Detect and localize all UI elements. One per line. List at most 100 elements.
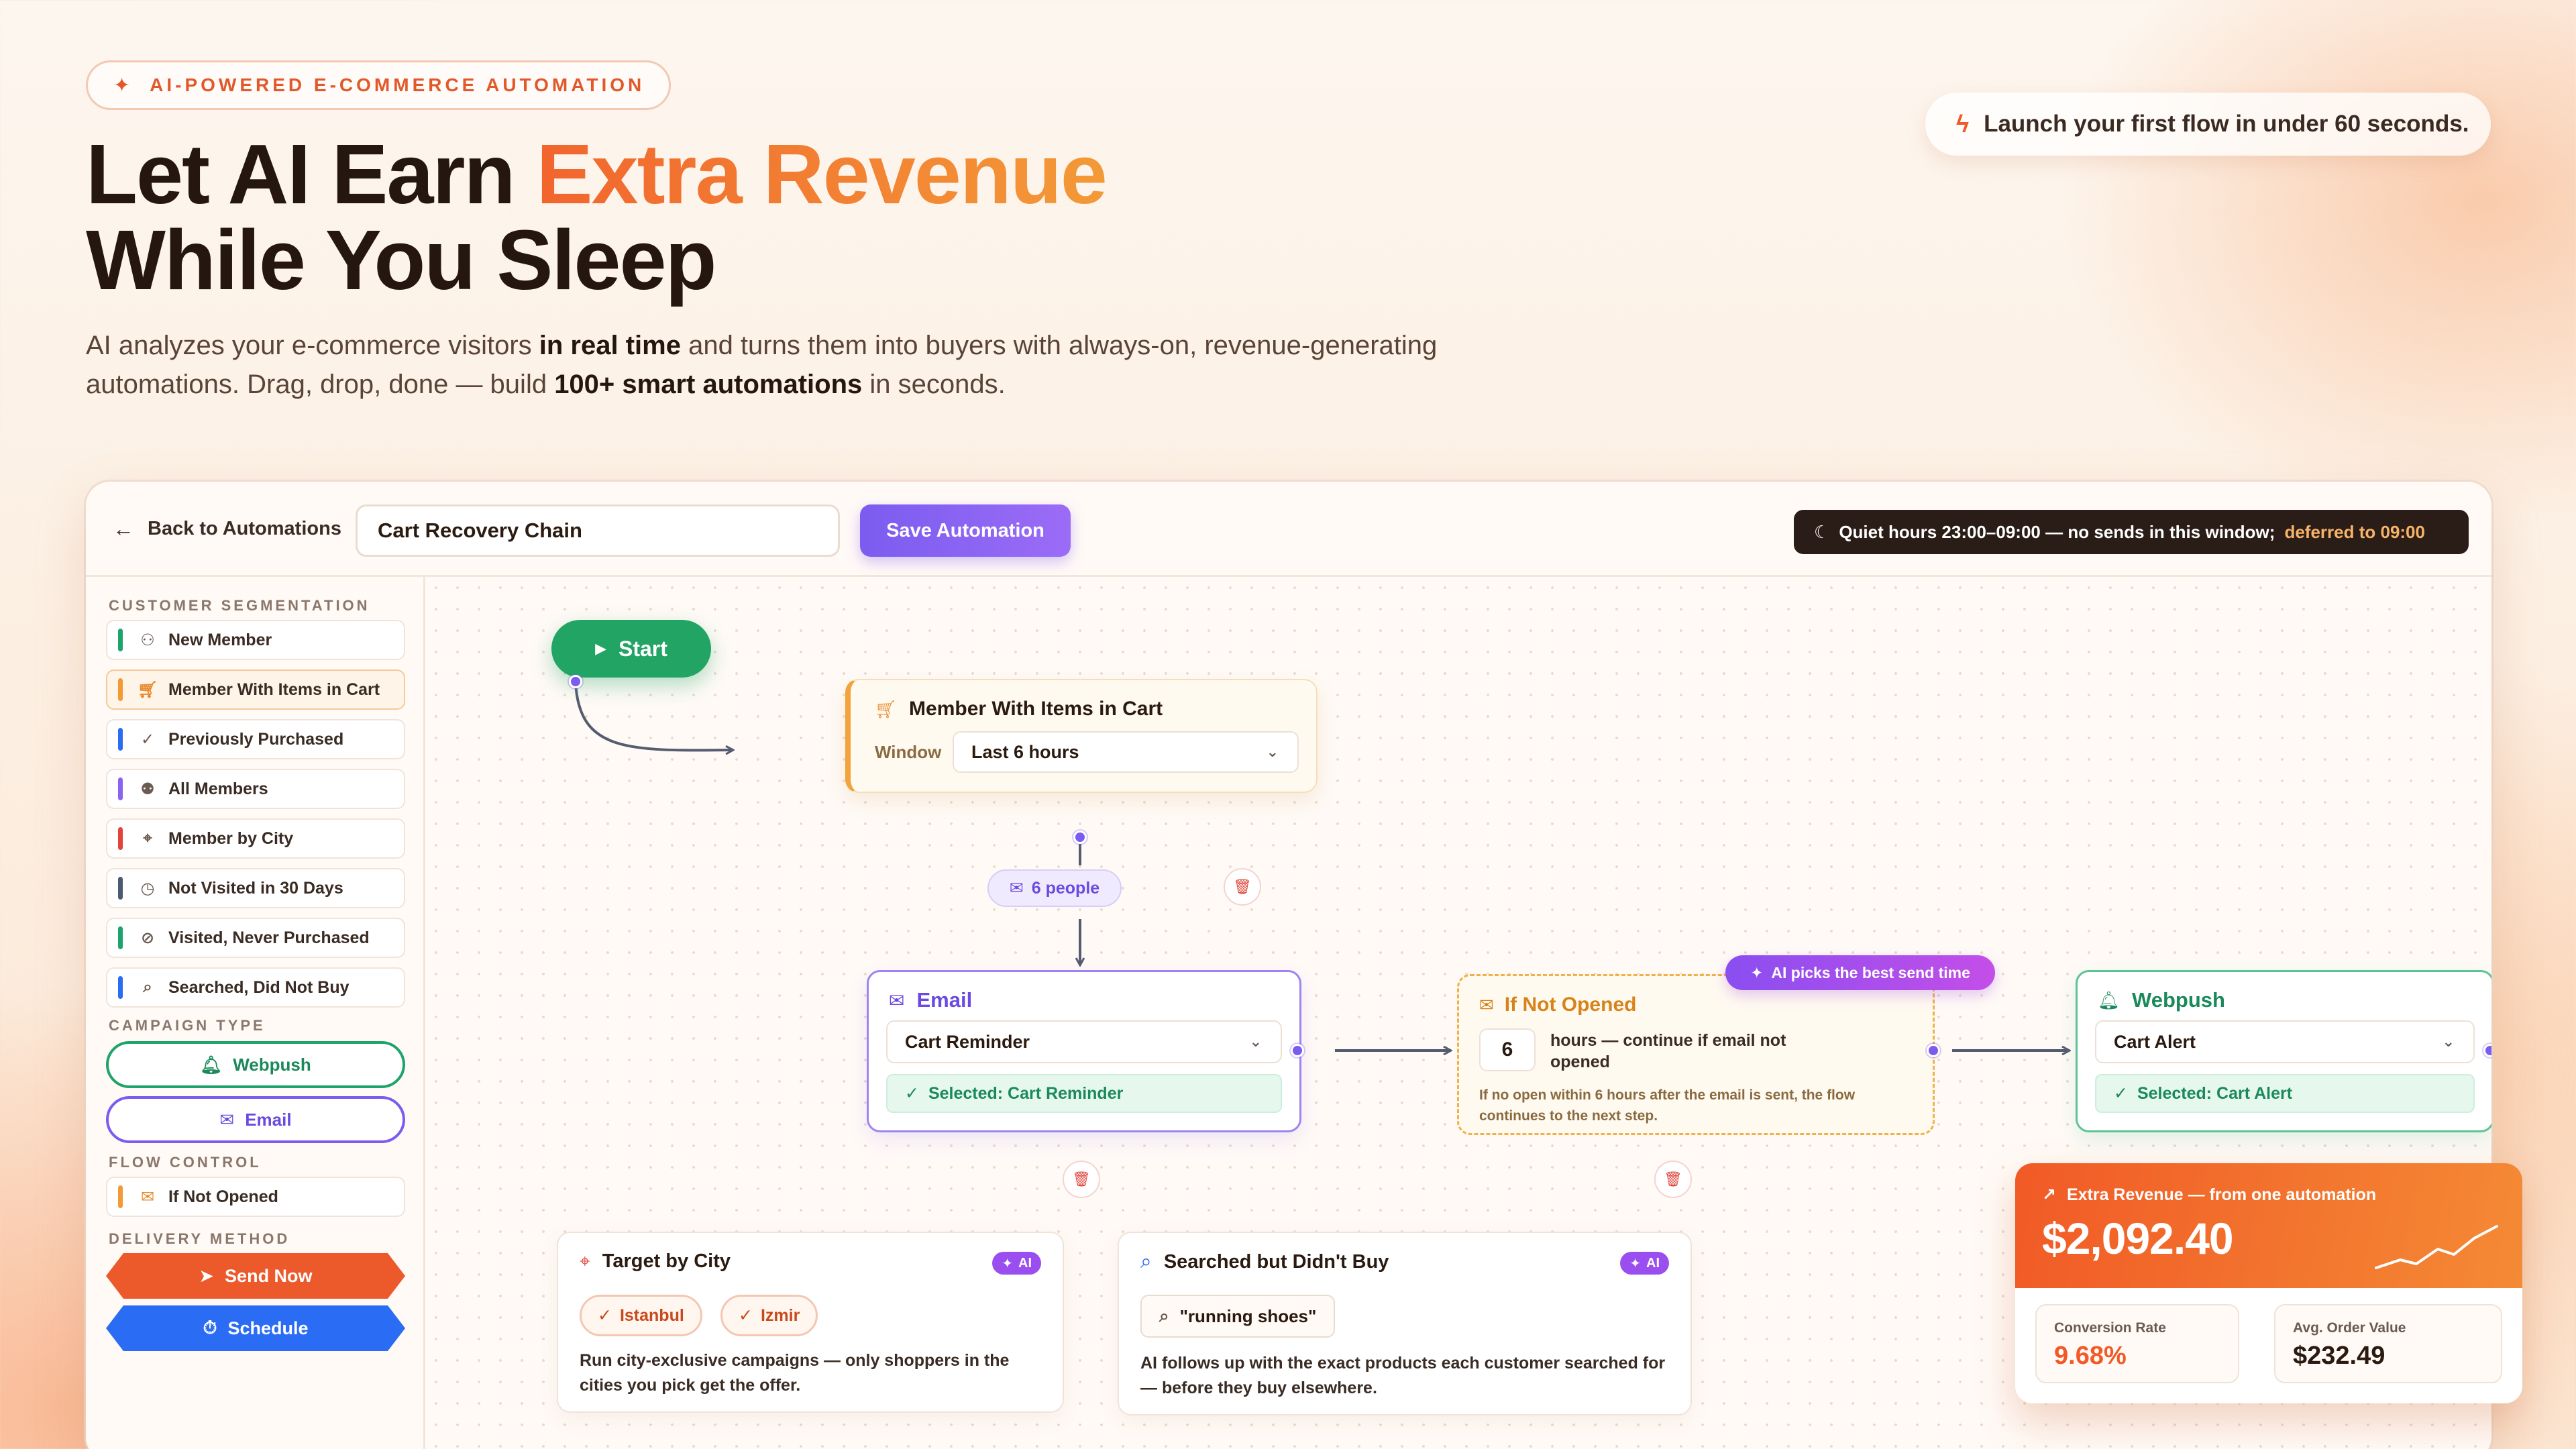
bell-icon: 🔔︎ — [200, 1054, 223, 1075]
segment-member-by-city[interactable]: ⌖ Member by City — [106, 818, 405, 859]
email-output-handle[interactable] — [1291, 1044, 1304, 1057]
campaign-email-button[interactable]: ✉ Email — [106, 1096, 405, 1143]
city-chip-izmir[interactable]: ✓ Izmir — [720, 1295, 818, 1336]
window-select[interactable]: Last 6 hours ⌄ — [953, 731, 1299, 773]
webpush-selected-pill: ✓ Selected: Cart Alert — [2095, 1074, 2475, 1113]
automation-name-input[interactable] — [356, 504, 840, 557]
play-icon: ▶ — [595, 640, 606, 657]
mail-icon: ✉ — [219, 1109, 235, 1130]
location-pin-icon: ⌖ — [580, 1250, 590, 1271]
sparkle-icon: ✦ — [1629, 1256, 1641, 1271]
target-by-city-card[interactable]: ⌖ Target by City ✦ AI ✓ Istanbul ✓ Izmir Ru… — [557, 1232, 1064, 1413]
arrow-left-icon: ← — [113, 516, 134, 541]
hours-input[interactable]: 6 — [1479, 1028, 1536, 1071]
launch-pill: ϟ Launch your first flow in under 60 sec… — [1925, 93, 2491, 156]
title-line2: While You Sleep — [86, 213, 717, 307]
revenue-label: Extra Revenue — from one automation — [2066, 1185, 2377, 1204]
if-node-description: If no open within 6 hours after the emai… — [1479, 1087, 1856, 1124]
segment-output-handle[interactable] — [1073, 830, 1087, 844]
bolt-icon: ϟ — [1956, 110, 1970, 138]
check-icon: ✓ — [598, 1306, 612, 1325]
ai-tag-label: AI — [1018, 1255, 1032, 1271]
send-icon: ➤ — [199, 1265, 215, 1286]
ai-tag: ✦ AI — [992, 1252, 1041, 1275]
connector-start-segment — [574, 682, 733, 750]
ai-send-time-badge: ✦ AI picks the best send time — [1725, 955, 1995, 990]
email-selected-pill: ✓ Selected: Cart Reminder — [886, 1074, 1282, 1113]
sub-bold-1: in real time — [539, 331, 681, 360]
delete-edge-button[interactable]: 🗑︎ — [1224, 868, 1261, 906]
flow-if-not-opened[interactable]: ✉ If Not Opened — [106, 1177, 405, 1217]
segment-previously-purchased[interactable]: ✓ Previously Purchased — [106, 719, 405, 759]
moon-icon: ☾ — [1814, 521, 1830, 542]
segment-member-with-items-in-cart[interactable]: 🛒︎ Member With Items in Cart — [106, 669, 405, 710]
revenue-amount: $2,092.40 — [2042, 1214, 2234, 1263]
segmentation-section-label: CUSTOMER SEGMENTATION — [109, 597, 370, 614]
webpush-node[interactable]: 🔔︎ Webpush Cart Alert ⌄ ✓ Selected: Cart… — [2076, 970, 2491, 1132]
segment-node-title: Member With Items in Cart — [909, 698, 1163, 720]
if-node-header: ✉ If Not Opened — [1479, 994, 1636, 1016]
mail-icon: ✉ — [1009, 879, 1024, 898]
search-card-header: ⌕ Searched but Didn't Buy — [1140, 1250, 1389, 1273]
segment-color-bar — [118, 629, 123, 651]
trash-icon: 🗑︎ — [1072, 1171, 1091, 1187]
mail-icon: ✉ — [140, 1187, 155, 1206]
ai-tag: ✦ AI — [1620, 1252, 1669, 1275]
search-icon: ⌕ — [1159, 1305, 1169, 1326]
segment-label: Previously Purchased — [168, 729, 344, 749]
if-output-handle[interactable] — [1927, 1044, 1940, 1057]
segment-visited-never-purchased[interactable]: ⊘ Visited, Never Purchased — [106, 918, 405, 958]
segment-searched-did-not-buy[interactable]: ⌕ Searched, Did Not Buy — [106, 967, 405, 1008]
location-pin-icon: ⌖ — [143, 829, 152, 847]
cart-icon: 🛒︎ — [138, 680, 158, 699]
segment-all-members[interactable]: ⚉ All Members — [106, 769, 405, 809]
ai-tag-label: AI — [1646, 1255, 1660, 1271]
email-template-select[interactable]: Cart Reminder ⌄ — [886, 1020, 1282, 1063]
delete-if-button[interactable]: 🗑︎ — [1654, 1161, 1692, 1198]
email-node[interactable]: ✉ Email Cart Reminder ⌄ ✓ Selected: Cart… — [867, 970, 1301, 1132]
avg-order-value-stat: Avg. Order Value $232.49 — [2274, 1304, 2502, 1383]
segment-color-bar — [118, 678, 123, 701]
send-now-button[interactable]: ➤ Send Now — [106, 1253, 405, 1299]
segment-label: Not Visited in 30 Days — [168, 878, 343, 898]
hours-text: hours — continue if email not opened — [1550, 1031, 1786, 1071]
search-icon: ⌕ — [1140, 1250, 1152, 1273]
conversion-rate-stat: Conversion Rate 9.68% — [2035, 1304, 2239, 1383]
start-node[interactable]: ▶ Start — [551, 620, 711, 678]
schedule-button[interactable]: ⏱︎ Schedule — [106, 1305, 405, 1351]
mail-icon: ✉ — [1479, 994, 1494, 1015]
delete-email-button[interactable]: 🗑︎ — [1063, 1161, 1100, 1198]
if-not-opened-node[interactable]: ✉ If Not Opened 6 hours — continue if em… — [1457, 974, 1935, 1135]
delivery-section-label: DELIVERY METHOD — [109, 1230, 290, 1247]
campaign-section-label: CAMPAIGN TYPE — [109, 1017, 266, 1034]
segment-label: Searched, Did Not Buy — [168, 977, 350, 997]
back-to-automations-link[interactable]: ← Back to Automations — [113, 508, 341, 549]
users-icon: ⚉ — [140, 780, 155, 798]
city-card-header: ⌖ Target by City — [580, 1250, 731, 1273]
segment-label: Member With Items in Cart — [168, 680, 380, 699]
city-card-description: Run city-exclusive campaigns — only shop… — [580, 1351, 1010, 1395]
clock-icon: ◷ — [140, 879, 155, 898]
sub-bold-2: 100+ smart automations — [554, 370, 863, 399]
segment-node-header: 🛒︎ Member With Items in Cart — [875, 698, 1163, 720]
city-chip-istanbul[interactable]: ✓ Istanbul — [580, 1295, 702, 1336]
webpush-template-select[interactable]: Cart Alert ⌄ — [2095, 1020, 2475, 1063]
sparkle-icon: ✦ — [1750, 963, 1764, 981]
back-label: Back to Automations — [148, 517, 341, 539]
hero-eyebrow-badge: ✦ AI-POWERED E-COMMERCE AUTOMATION — [86, 60, 672, 110]
campaign-label: Webpush — [233, 1054, 311, 1075]
node-palette-sidebar: CUSTOMER SEGMENTATION ⚇ New Member 🛒︎ Me… — [86, 577, 425, 1449]
segment-color-bar — [118, 827, 123, 850]
sub-text-3: in seconds. — [862, 370, 1006, 399]
save-automation-button[interactable]: Save Automation — [860, 504, 1071, 557]
trend-up-icon: ↗ — [2042, 1185, 2056, 1204]
webpush-node-title: Webpush — [2132, 988, 2225, 1012]
trash-icon: 🗑︎ — [1233, 878, 1252, 895]
segment-new-member[interactable]: ⚇ New Member — [106, 620, 405, 660]
campaign-webpush-button[interactable]: 🔔︎ Webpush — [106, 1041, 405, 1088]
segment-not-visited-30-days[interactable]: ◷ Not Visited in 30 Days — [106, 868, 405, 908]
segment-node[interactable]: 🛒︎ Member With Items in Cart Window Last… — [845, 679, 1318, 793]
start-output-handle[interactable] — [569, 675, 582, 688]
chevron-down-icon: ⌄ — [1266, 743, 1279, 760]
searched-didnt-buy-card[interactable]: ⌕ Searched but Didn't Buy ✦ AI ⌕ "running… — [1118, 1232, 1692, 1415]
